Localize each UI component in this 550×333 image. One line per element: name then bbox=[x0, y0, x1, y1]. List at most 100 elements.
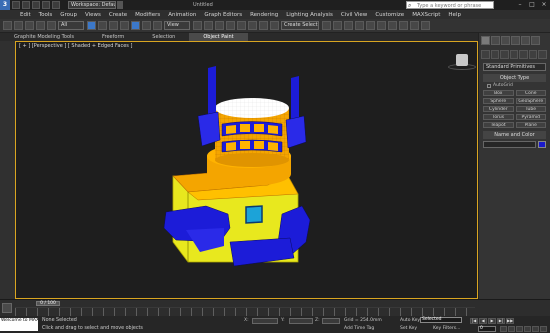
robot-model[interactable] bbox=[16, 42, 477, 298]
z-coordinate-field[interactable] bbox=[322, 318, 340, 324]
tab-selection[interactable]: Selection bbox=[138, 33, 189, 41]
minimize-button[interactable]: – bbox=[514, 0, 526, 10]
select-rotate-icon[interactable] bbox=[142, 21, 151, 30]
time-slider[interactable]: 0 / 100 bbox=[36, 301, 60, 306]
render-production-icon[interactable] bbox=[421, 21, 430, 30]
unlink-icon[interactable] bbox=[36, 21, 45, 30]
new-file-icon[interactable] bbox=[12, 1, 20, 9]
play-icon[interactable]: ▶ bbox=[488, 318, 496, 324]
mini-curve-editor-icon[interactable] bbox=[2, 303, 12, 313]
go-to-start-icon[interactable]: |◀ bbox=[470, 318, 478, 324]
modify-tab-icon[interactable] bbox=[491, 36, 500, 45]
shapes-icon[interactable] bbox=[490, 50, 500, 59]
helpers-icon[interactable] bbox=[519, 50, 528, 59]
next-frame-icon[interactable]: ▶| bbox=[497, 318, 505, 324]
systems-icon[interactable] bbox=[538, 50, 548, 59]
box-button[interactable]: Box bbox=[483, 90, 514, 96]
curve-editor-icon[interactable] bbox=[366, 21, 375, 30]
named-selection-set-select[interactable]: Create Selection Se bbox=[281, 21, 319, 30]
maximize-viewport-icon[interactable] bbox=[540, 326, 547, 332]
render-setup-icon[interactable] bbox=[399, 21, 408, 30]
menu-views[interactable]: Views bbox=[85, 12, 101, 18]
rect-selection-icon[interactable] bbox=[109, 21, 118, 30]
pivot-center-icon[interactable] bbox=[193, 21, 202, 30]
torus-button[interactable]: Torus bbox=[483, 114, 514, 120]
app-logo-icon[interactable]: 3 bbox=[0, 0, 10, 10]
key-filters-button[interactable]: Key Filters... bbox=[433, 326, 460, 331]
link-icon[interactable] bbox=[25, 21, 34, 30]
add-time-tag-button[interactable]: Add Time Tag bbox=[344, 326, 374, 331]
select-by-name-icon[interactable] bbox=[98, 21, 107, 30]
menu-group[interactable]: Group bbox=[60, 12, 77, 18]
menu-civil-view[interactable]: Civil View bbox=[341, 12, 367, 18]
name-and-color-rollout[interactable]: Name and Color bbox=[483, 131, 546, 139]
menu-modifiers[interactable]: Modifiers bbox=[135, 12, 160, 18]
tab-graphite-modeling-tools[interactable]: Graphite Modeling Tools bbox=[0, 33, 88, 41]
cylinder-button[interactable]: Cylinder bbox=[483, 106, 514, 112]
search-input[interactable]: ⌕ Type a keyword or phrase bbox=[406, 1, 494, 9]
zoom-all-icon[interactable] bbox=[508, 326, 515, 332]
auto-key-button[interactable]: Auto Key bbox=[400, 318, 420, 323]
cameras-icon[interactable] bbox=[509, 50, 519, 59]
object-type-rollout[interactable]: Object Type bbox=[483, 74, 546, 82]
zoom-extents-icon[interactable] bbox=[516, 326, 523, 332]
reference-coordinate-select[interactable]: View bbox=[164, 21, 190, 30]
previous-frame-icon[interactable]: ◀ bbox=[479, 318, 487, 324]
snaps-toggle-icon[interactable] bbox=[226, 21, 235, 30]
redo-icon[interactable] bbox=[14, 21, 23, 30]
rendered-frame-window-icon[interactable] bbox=[410, 21, 419, 30]
y-coordinate-field[interactable] bbox=[289, 318, 313, 324]
teapot-button[interactable]: Teapot bbox=[483, 122, 514, 128]
material-editor-icon[interactable] bbox=[388, 21, 397, 30]
sphere-button[interactable]: Sphere bbox=[483, 98, 514, 104]
tab-object-paint[interactable]: Object Paint bbox=[189, 33, 248, 41]
motion-tab-icon[interactable] bbox=[511, 36, 520, 45]
align-icon[interactable] bbox=[333, 21, 342, 30]
menu-lighting-analysis[interactable]: Lighting Analysis bbox=[286, 12, 333, 18]
lights-icon[interactable] bbox=[500, 50, 509, 59]
workspace-select[interactable]: Workspace: Default bbox=[68, 1, 116, 9]
key-mode-select[interactable]: Selected bbox=[420, 317, 462, 323]
menu-edit[interactable]: Edit bbox=[20, 12, 31, 18]
bind-space-warp-icon[interactable] bbox=[47, 21, 56, 30]
mirror-icon[interactable] bbox=[322, 21, 331, 30]
tube-button[interactable]: Tube bbox=[515, 106, 546, 112]
pan-icon[interactable] bbox=[524, 326, 531, 332]
space-warps-icon[interactable] bbox=[528, 50, 538, 59]
utilities-tab-icon[interactable] bbox=[531, 36, 540, 45]
set-key-button[interactable]: Set Key bbox=[400, 326, 417, 331]
geometry-icon[interactable] bbox=[481, 50, 490, 59]
geosphere-button[interactable]: GeoSphere bbox=[515, 98, 546, 104]
undo-icon[interactable] bbox=[42, 1, 50, 9]
chevron-down-icon[interactable] bbox=[117, 1, 123, 9]
go-to-end-icon[interactable]: ▶▶ bbox=[506, 318, 514, 324]
track-bar[interactable] bbox=[15, 307, 475, 316]
percent-snap-icon[interactable] bbox=[248, 21, 257, 30]
spinner-snap-icon[interactable] bbox=[259, 21, 268, 30]
primitive-category-select[interactable]: Standard Primitives bbox=[483, 63, 546, 71]
menu-animation[interactable]: Animation bbox=[168, 12, 196, 18]
cone-button[interactable]: Cone bbox=[515, 90, 546, 96]
select-scale-icon[interactable] bbox=[153, 21, 162, 30]
x-coordinate-field[interactable] bbox=[252, 318, 278, 324]
zoom-icon[interactable] bbox=[500, 326, 507, 332]
menu-maxscript[interactable]: MAXScript bbox=[412, 12, 440, 18]
menu-graph-editors[interactable]: Graph Editors bbox=[204, 12, 242, 18]
menu-create[interactable]: Create bbox=[109, 12, 127, 18]
object-name-field[interactable] bbox=[483, 141, 536, 148]
save-file-icon[interactable] bbox=[32, 1, 40, 9]
keyboard-shortcut-icon[interactable] bbox=[215, 21, 224, 30]
hierarchy-tab-icon[interactable] bbox=[501, 36, 510, 45]
current-frame-field[interactable]: 0 bbox=[478, 326, 496, 332]
maximize-button[interactable]: □ bbox=[526, 0, 538, 10]
undo-icon[interactable] bbox=[3, 21, 12, 30]
create-tab-icon[interactable] bbox=[481, 36, 490, 45]
layer-manager-icon[interactable] bbox=[344, 21, 353, 30]
tab-freeform[interactable]: Freeform bbox=[88, 33, 138, 41]
select-move-icon[interactable] bbox=[131, 21, 140, 30]
maxscript-listener[interactable]: Welcome to MAX: bbox=[0, 318, 38, 331]
autogrid-checkbox[interactable]: AutoGrid bbox=[487, 83, 542, 88]
perspective-viewport[interactable]: [ + ] [Perspective ] [ Shaded + Edged Fa… bbox=[15, 41, 478, 299]
open-file-icon[interactable] bbox=[22, 1, 30, 9]
object-color-swatch[interactable] bbox=[538, 141, 546, 148]
